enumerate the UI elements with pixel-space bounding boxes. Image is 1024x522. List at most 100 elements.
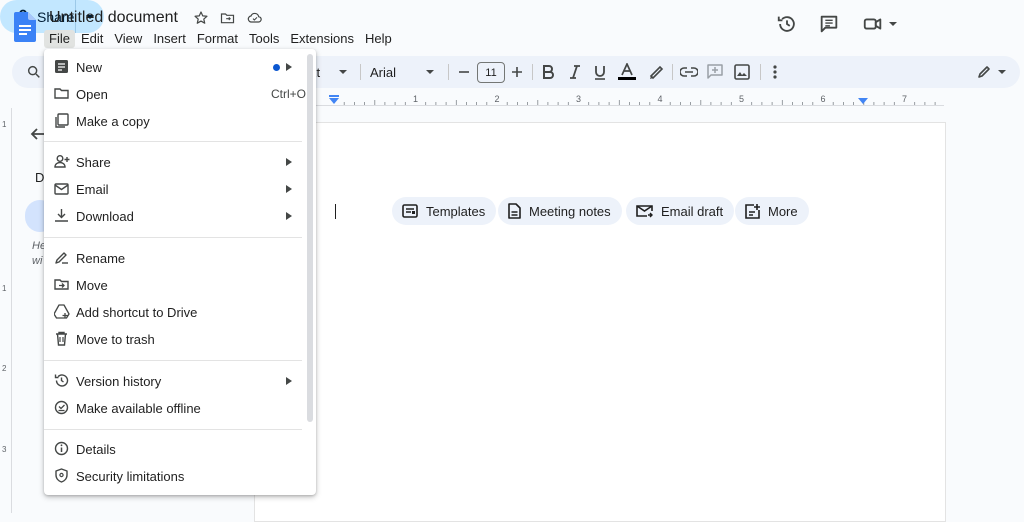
insert-image-icon[interactable]: [731, 56, 753, 88]
menu-item-move[interactable]: Move: [44, 272, 306, 298]
new-indicator-dot: [273, 64, 280, 71]
bold-icon[interactable]: [538, 56, 558, 88]
chip-label: Email draft: [661, 203, 724, 219]
italic-icon[interactable]: [565, 56, 585, 88]
left-indent-marker[interactable]: [329, 98, 339, 104]
outline-hint-line-2: wi: [32, 255, 43, 267]
share-person-icon: [54, 154, 70, 169]
chip-meeting-notes[interactable]: Meeting notes: [498, 197, 622, 225]
caret-down-icon: [426, 70, 435, 74]
ruler-number: 5: [739, 94, 744, 104]
chip-email-draft[interactable]: Email draft: [626, 197, 735, 225]
menu-item-security-limitations[interactable]: Security limitations: [44, 463, 306, 489]
meet-button[interactable]: [862, 13, 898, 35]
decrease-font-size-icon[interactable]: [455, 56, 473, 88]
download-icon: [54, 208, 69, 223]
menu-item-open[interactable]: Open Ctrl+O: [44, 81, 306, 107]
info-icon: [54, 441, 69, 456]
horizontal-ruler[interactable]: 1 2 3 4 5 6 7: [316, 92, 944, 106]
move-folder-icon: [54, 277, 69, 292]
font-size-input[interactable]: 11: [477, 62, 505, 83]
cloud-saved-icon[interactable]: [246, 10, 264, 26]
vertical-ruler[interactable]: 1 1 2 3: [0, 108, 12, 513]
submenu-arrow-icon: [286, 377, 292, 385]
header-bar: Untitled document File Edit View Insert …: [0, 0, 1024, 52]
font-label: Arial: [370, 64, 397, 80]
menu-scrollbar[interactable]: [307, 54, 313, 422]
caret-down-icon: [889, 22, 897, 26]
search-menus-icon[interactable]: [22, 56, 46, 88]
menu-extensions[interactable]: Extensions: [285, 30, 359, 48]
menu-format[interactable]: Format: [192, 30, 243, 48]
document-title[interactable]: Untitled document: [49, 9, 178, 27]
menu-item-add-shortcut[interactable]: Add shortcut to Drive: [44, 299, 306, 325]
menu-item-email[interactable]: Email: [44, 176, 306, 202]
toolbar-divider: [760, 64, 761, 80]
highlight-color-icon[interactable]: [645, 56, 667, 88]
menu-item-label: Share: [76, 154, 111, 170]
menu-view[interactable]: View: [109, 30, 147, 48]
first-line-indent-marker[interactable]: [329, 95, 339, 97]
menu-item-details[interactable]: Details: [44, 436, 306, 462]
menu-item-trash[interactable]: Move to trash: [44, 326, 306, 352]
menu-item-label: New: [76, 59, 103, 75]
menu-item-rename[interactable]: Rename: [44, 245, 306, 271]
paragraph-style-dropdown[interactable]: xt: [310, 56, 354, 88]
submenu-arrow-icon: [286, 158, 292, 166]
menu-item-label: Email: [76, 181, 109, 197]
menu-item-download[interactable]: Download: [44, 203, 306, 229]
add-comment-icon[interactable]: [704, 56, 726, 88]
vruler-number: 3: [2, 445, 7, 454]
menu-edit[interactable]: Edit: [76, 30, 108, 48]
video-camera-icon: [863, 18, 882, 30]
star-icon[interactable]: [193, 10, 209, 26]
ruler-number: 7: [902, 94, 907, 104]
menu-item-make-copy[interactable]: Make a copy: [44, 108, 306, 134]
docs-logo-icon[interactable]: [14, 12, 36, 42]
font-dropdown[interactable]: Arial: [370, 56, 442, 88]
increase-font-size-icon[interactable]: [508, 56, 526, 88]
text-cursor: [335, 204, 336, 219]
trash-icon: [54, 331, 69, 346]
right-indent-marker[interactable]: [858, 98, 868, 104]
vruler-number: 1: [2, 284, 7, 293]
editing-mode-dropdown[interactable]: [974, 56, 1010, 88]
more-options-icon[interactable]: [765, 56, 785, 88]
move-folder-icon[interactable]: [219, 10, 236, 26]
text-color-icon[interactable]: [616, 56, 638, 88]
chip-more[interactable]: More: [735, 197, 809, 225]
underline-icon[interactable]: [590, 56, 610, 88]
menu-item-new[interactable]: New: [44, 54, 306, 80]
menu-item-offline[interactable]: Make available offline: [44, 395, 306, 421]
menu-item-version-history[interactable]: Version history: [44, 368, 306, 394]
submenu-arrow-icon: [286, 185, 292, 193]
templates-icon: [402, 204, 418, 218]
rename-pencil-icon: [54, 250, 69, 265]
email-draft-icon: [636, 205, 653, 218]
document-page[interactable]: [254, 122, 946, 522]
chip-label: Templates: [426, 203, 486, 219]
menu-file[interactable]: File: [44, 30, 75, 48]
file-menu-dropdown: New Open Ctrl+O Make a copy Share Email …: [44, 49, 316, 495]
comments-icon[interactable]: [818, 13, 840, 35]
document-icon: [508, 203, 521, 219]
ruler-number: 6: [820, 94, 825, 104]
drive-shortcut-icon: [54, 304, 70, 319]
menu-divider: [44, 429, 302, 430]
menu-divider: [44, 360, 302, 361]
chip-label: More: [768, 203, 798, 219]
menu-item-label: Move to trash: [76, 331, 155, 347]
ruler-number: 4: [657, 94, 662, 104]
menu-tools[interactable]: Tools: [244, 30, 284, 48]
ruler-number: 3: [576, 94, 581, 104]
offline-check-icon: [54, 400, 69, 415]
version-history-icon[interactable]: [776, 13, 798, 35]
insert-link-icon[interactable]: [678, 56, 700, 88]
menu-help[interactable]: Help: [360, 30, 397, 48]
vruler-number: 1: [2, 120, 7, 129]
menu-item-label: Version history: [76, 373, 162, 389]
menu-item-share[interactable]: Share: [44, 149, 306, 175]
menu-insert[interactable]: Insert: [148, 30, 191, 48]
chip-templates[interactable]: Templates: [392, 197, 497, 225]
outline-heading: D: [35, 170, 45, 185]
